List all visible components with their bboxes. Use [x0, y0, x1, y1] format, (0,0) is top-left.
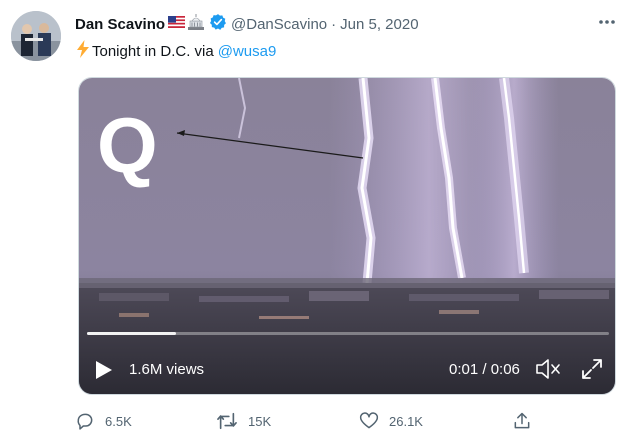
video-frame: Q [79, 78, 615, 394]
retweet-icon [217, 412, 237, 430]
video-progress-bar[interactable] [87, 332, 609, 335]
like-button[interactable]: 26.1K [359, 410, 423, 432]
reply-count: 6.5K [105, 413, 132, 429]
retweet-button[interactable]: 15K [216, 410, 271, 432]
heart-icon [359, 412, 379, 429]
retweet-count: 15K [248, 413, 272, 429]
separator-dot: · [331, 15, 337, 33]
reply-icon [77, 413, 93, 430]
more-dots-icon[interactable] [597, 14, 617, 30]
lightning-bolt-icon [75, 40, 91, 62]
tweet-card: Dan Scavino @DanScavino · Jun 5, 2020 To… [0, 0, 633, 442]
play-icon[interactable] [95, 360, 113, 380]
share-button[interactable] [512, 410, 532, 432]
display-name[interactable]: Dan Scavino [75, 16, 165, 33]
share-icon [514, 412, 530, 429]
avatar[interactable] [11, 11, 61, 61]
video-player[interactable]: Q 1.6M views 0:01 / 0:06 [78, 77, 616, 395]
mention-link[interactable]: @wusa9 [218, 43, 277, 60]
tweet-actions: 6.5K 15K 26.1K [75, 410, 535, 432]
video-timer: 0:01 / 0:06 [449, 361, 520, 378]
verified-badge-icon [209, 13, 227, 36]
tweet-body: Tonight in D.C. via [92, 42, 214, 60]
tweet-text: Tonight in D.C. via @wusa9 [75, 40, 276, 62]
fullscreen-icon[interactable] [581, 358, 603, 380]
q-overlay-letter: Q [97, 101, 158, 189]
tweet-timestamp[interactable]: Jun 5, 2020 [340, 16, 418, 33]
us-flag-icon [168, 15, 186, 33]
speaker-muted-icon[interactable] [535, 358, 561, 380]
author-handle[interactable]: @DanScavino [231, 16, 327, 33]
tweet-header: Dan Scavino @DanScavino · Jun 5, 2020 [75, 13, 419, 35]
building-emoji-icon [187, 13, 205, 35]
reply-button[interactable]: 6.5K [75, 410, 132, 432]
like-count: 26.1K [389, 413, 423, 429]
view-count: 1.6M views [129, 361, 205, 378]
video-progress-fill [87, 332, 176, 335]
